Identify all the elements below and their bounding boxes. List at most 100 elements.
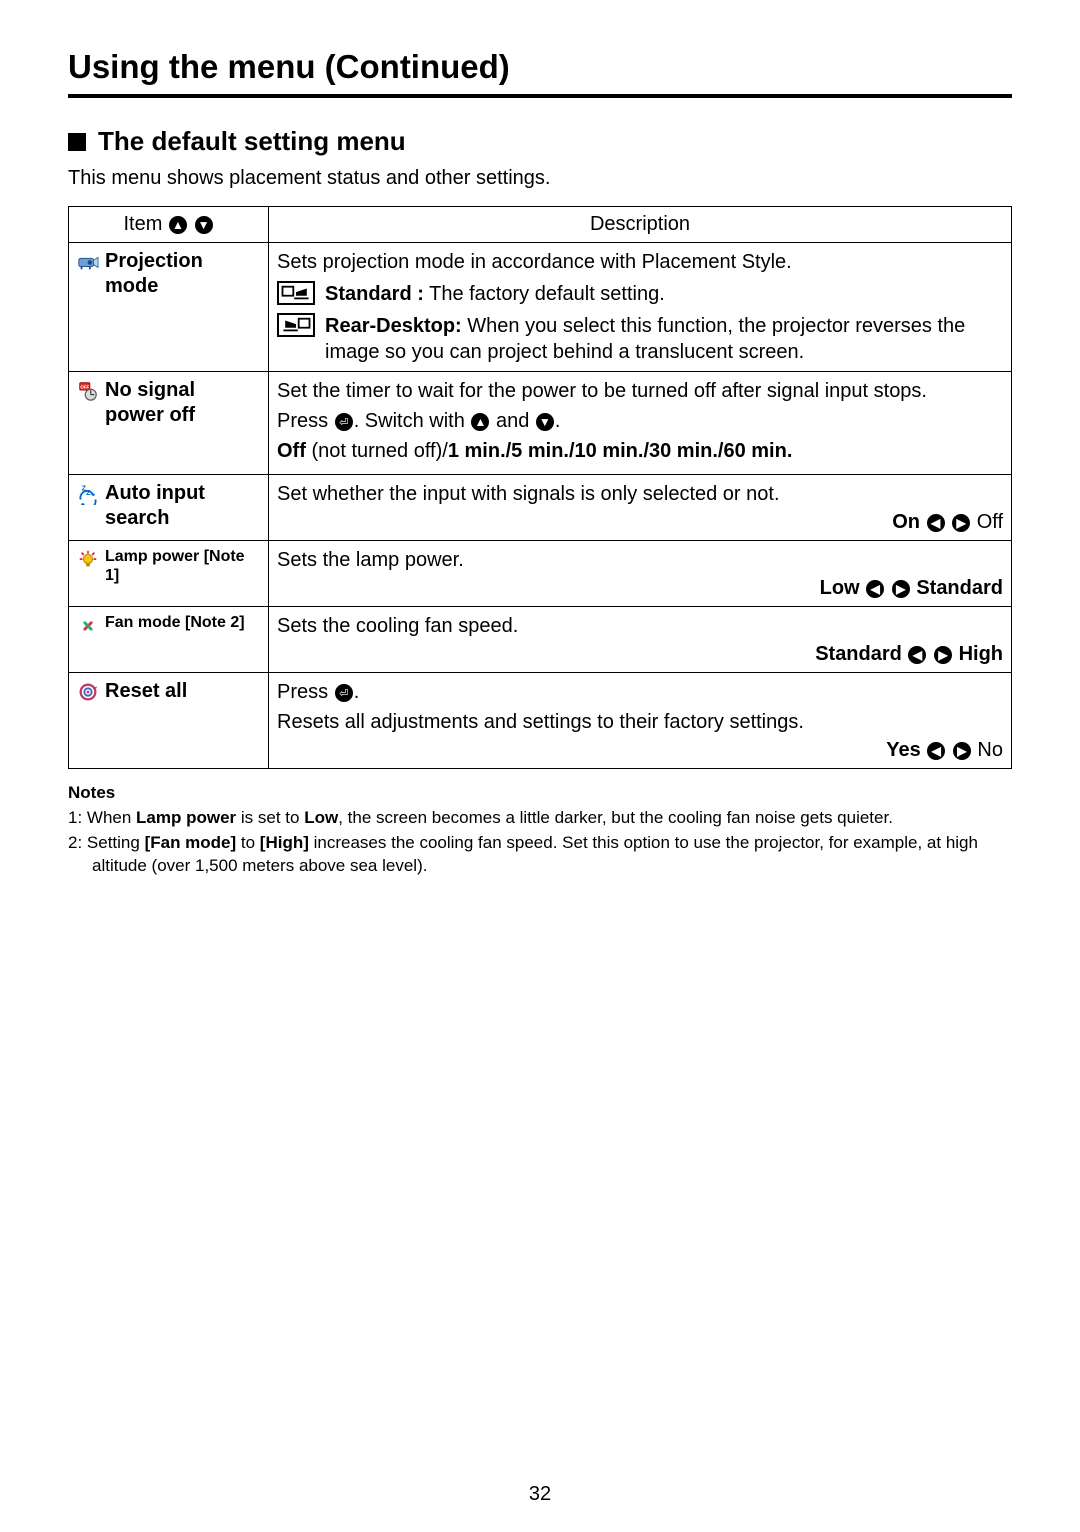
table-header-item: Item ▲ ▼ <box>69 207 269 243</box>
right-arrow-icon: ▶ <box>952 514 970 532</box>
label-text: power off <box>105 404 195 426</box>
projector-icon <box>77 251 99 273</box>
desc-cell-fan-mode: Sets the cooling fan speed. Standard ◀ ▶… <box>269 607 1012 673</box>
t: 2: Setting <box>68 833 145 852</box>
t: , the screen becomes a little darker, bu… <box>338 808 893 827</box>
item-cell-auto-input: Z Z Auto input search <box>69 475 269 541</box>
t: . <box>354 681 360 703</box>
item-cell-reset-all: Reset all <box>69 673 269 769</box>
desc-cell-projection-mode: Sets projection mode in accordance with … <box>269 243 1012 372</box>
label-text: search <box>105 507 170 529</box>
mode-desc: The factory default setting. <box>424 283 665 305</box>
desc-text: Press . Switch with ▲ and ▼. <box>277 408 1003 434</box>
t: Off <box>277 440 306 462</box>
right-arrow-icon: ▶ <box>934 646 952 664</box>
up-arrow-icon: ▲ <box>169 216 187 234</box>
enter-button-icon <box>335 413 353 431</box>
table-row: OFF No signal power off Set the timer to… <box>69 372 1012 475</box>
header-item-text: Item <box>123 213 162 235</box>
desc-text: Set the timer to wait for the power to b… <box>277 378 1003 404</box>
label-text: Lamp power <box>105 548 199 565</box>
table-row: Lamp power [Note 1] Sets the lamp power.… <box>69 541 1012 607</box>
desc-text: Off (not turned off)/1 min./5 min./10 mi… <box>277 438 1003 464</box>
t: . <box>555 410 561 432</box>
down-arrow-icon: ▼ <box>536 413 554 431</box>
projection-mode-standard-row: Standard : The factory default setting. <box>277 281 1003 307</box>
desc-text: Sets the lamp power. <box>277 547 1003 573</box>
toggle-opt-a: Low <box>820 577 860 599</box>
t: to <box>236 833 260 852</box>
item-cell-projection-mode: Projection mode <box>69 243 269 372</box>
item-cell-no-signal: OFF No signal power off <box>69 372 269 475</box>
reset-icon <box>77 681 99 703</box>
page-title: Using the menu (Continued) <box>68 48 1012 98</box>
right-arrow-icon: ▶ <box>892 580 910 598</box>
default-setting-table: Item ▲ ▼ Description <box>68 206 1012 769</box>
desc-text: Sets projection mode in accordance with … <box>277 249 1003 275</box>
t: 1 min./5 min./10 min./30 min./60 min. <box>448 440 793 462</box>
table-row: Projection mode Sets projection mode in … <box>69 243 1012 372</box>
fan-icon <box>77 615 99 637</box>
label-text: Fan mode <box>105 614 181 631</box>
projection-rear-icon <box>277 313 315 337</box>
t: Press <box>277 410 334 432</box>
t: Low <box>304 808 338 827</box>
desc-cell-reset-all: Press . Resets all adjustments and setti… <box>269 673 1012 769</box>
toggle-opt-a: Standard <box>815 643 902 665</box>
notes-heading: Notes <box>68 783 1012 803</box>
t: Lamp power <box>136 808 236 827</box>
mode-text: Standard : The factory default setting. <box>325 281 1003 307</box>
section-intro: This menu shows placement status and oth… <box>68 167 1012 190</box>
toggle-reset-all: Yes ◀ ▶ No <box>277 739 1003 762</box>
desc-cell-auto-input: Set whether the input with signals is on… <box>269 475 1012 541</box>
item-label: Reset all <box>105 679 187 704</box>
table-row: Fan mode [Note 2] Sets the cooling fan s… <box>69 607 1012 673</box>
section-title-text: The default setting menu <box>98 126 406 157</box>
t: [High] <box>260 833 309 852</box>
page-number: 32 <box>0 1483 1080 1506</box>
item-label: Lamp power [Note 1] <box>105 547 260 585</box>
table-header-description: Description <box>269 207 1012 243</box>
power-off-timer-icon: OFF <box>77 380 99 402</box>
desc-text: Sets the cooling fan speed. <box>277 613 1003 639</box>
desc-text: Set whether the input with signals is on… <box>277 481 780 507</box>
up-arrow-icon: ▲ <box>471 413 489 431</box>
left-arrow-icon: ◀ <box>927 742 945 760</box>
t: (not turned off)/ <box>306 440 448 462</box>
left-arrow-icon: ◀ <box>908 646 926 664</box>
t: 1: When <box>68 808 136 827</box>
label-text: Projection <box>105 250 203 272</box>
toggle-auto-input: On ◀ ▶ Off <box>277 511 1003 534</box>
t: [Fan mode] <box>145 833 237 852</box>
desc-cell-lamp-power: Sets the lamp power. Low ◀ ▶ Standard <box>269 541 1012 607</box>
note-ref: [Note 2] <box>185 614 245 631</box>
lamp-icon <box>77 549 99 571</box>
left-arrow-icon: ◀ <box>927 514 945 532</box>
mode-label: Rear-Desktop: <box>325 315 462 337</box>
desc-text: Press . <box>277 679 1003 705</box>
toggle-opt-b: No <box>977 739 1003 761</box>
desc-text: Resets all adjustments and settings to t… <box>277 709 1003 735</box>
label-text: Reset all <box>105 680 187 702</box>
section-heading: The default setting menu <box>68 126 1012 157</box>
table-row: Reset all Press . Resets all adjustments… <box>69 673 1012 769</box>
projection-mode-rear-row: Rear-Desktop: When you select this funct… <box>277 313 1003 365</box>
left-arrow-icon: ◀ <box>866 580 884 598</box>
item-label: No signal power off <box>105 378 195 428</box>
mode-text: Rear-Desktop: When you select this funct… <box>325 313 1003 365</box>
toggle-opt-a: On <box>892 511 920 533</box>
desc-cell-no-signal: Set the timer to wait for the power to b… <box>269 372 1012 475</box>
t: . Switch with <box>354 410 471 432</box>
toggle-opt-b: High <box>959 643 1003 665</box>
toggle-opt-b: Standard <box>916 577 1003 599</box>
manual-page: Using the menu (Continued) The default s… <box>0 0 1080 1532</box>
toggle-fan-mode: Standard ◀ ▶ High <box>277 643 1003 666</box>
label-text: mode <box>105 275 158 297</box>
toggle-opt-a: Yes <box>886 739 920 761</box>
down-arrow-icon: ▼ <box>195 216 213 234</box>
toggle-opt-b: Off <box>977 511 1003 533</box>
right-arrow-icon: ▶ <box>953 742 971 760</box>
note-1: 1: When Lamp power is set to Low, the sc… <box>68 807 1012 830</box>
enter-button-icon <box>335 684 353 702</box>
auto-search-icon: Z Z <box>77 483 99 505</box>
